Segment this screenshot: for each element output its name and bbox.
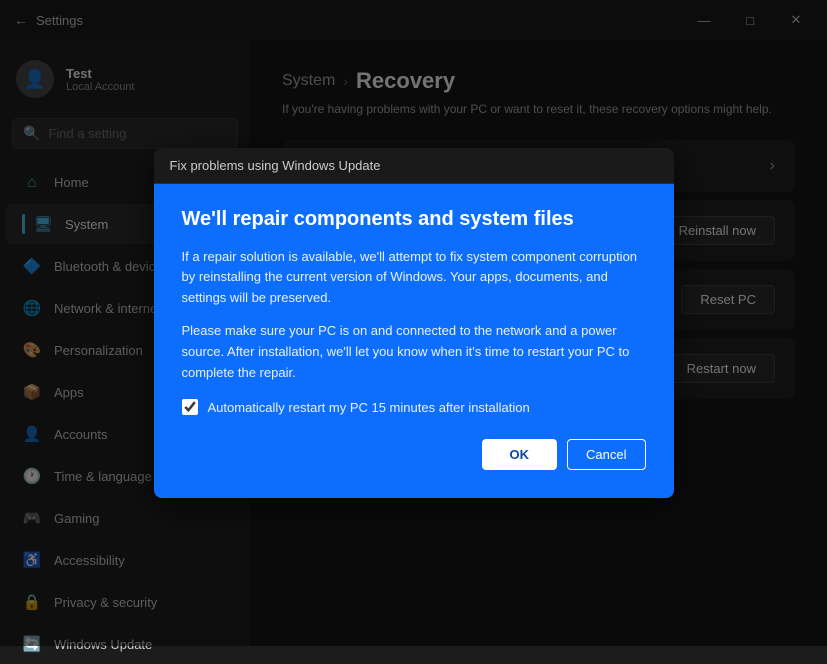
dialog-body: We'll repair components and system files…: [154, 184, 674, 499]
ok-button[interactable]: OK: [482, 439, 558, 470]
overlay: Fix problems using Windows Update We'll …: [0, 0, 827, 646]
auto-restart-checkbox[interactable]: [182, 399, 198, 415]
auto-restart-label: Automatically restart my PC 15 minutes a…: [208, 400, 530, 415]
dialog: Fix problems using Windows Update We'll …: [154, 148, 674, 499]
dialog-heading: We'll repair components and system files: [182, 208, 646, 231]
dialog-checkbox-row: Automatically restart my PC 15 minutes a…: [182, 399, 646, 415]
dialog-titlebar: Fix problems using Windows Update: [154, 148, 674, 184]
dialog-text1: If a repair solution is available, we'll…: [182, 247, 646, 309]
dialog-footer: OK Cancel: [182, 439, 646, 470]
dialog-text2: Please make sure your PC is on and conne…: [182, 321, 646, 383]
cancel-button[interactable]: Cancel: [567, 439, 645, 470]
